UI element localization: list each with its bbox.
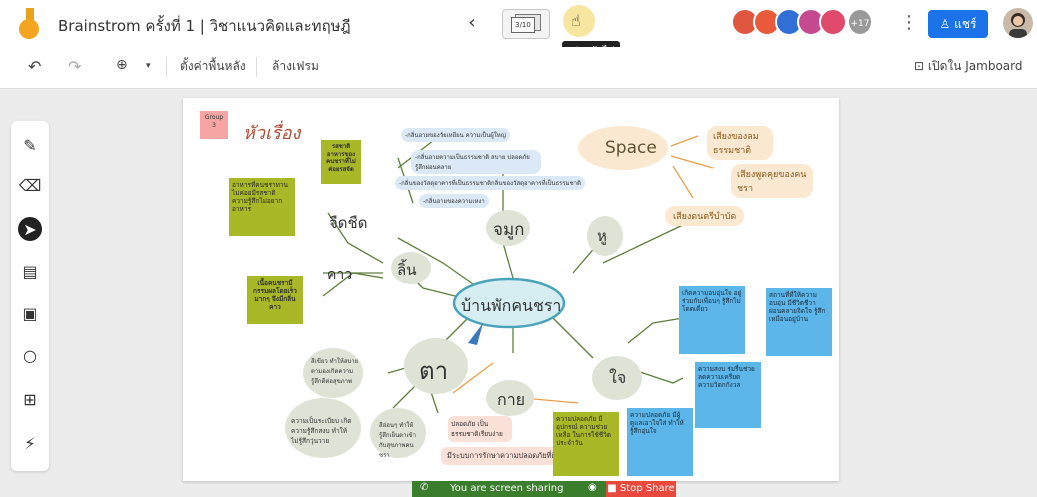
sticky-note[interactable]: ความปลอดภัย มีอุปกรณ์ ความช่วยเหลือ ในกา…: [553, 412, 619, 476]
group-label-sticky[interactable]: Group 3: [200, 111, 228, 139]
tongue-node-label[interactable]: ลิ้น: [397, 258, 416, 282]
circle-icon[interactable]: ○: [18, 343, 42, 367]
zoom-icon[interactable]: ⊕: [116, 57, 128, 73]
eye-node-label[interactable]: ตา: [419, 351, 448, 390]
sticky-note[interactable]: สถานที่ที่ให้ความอบอุ่น มีชีวิตชีวา ผ่อน…: [766, 288, 832, 356]
select-icon[interactable]: ➤: [18, 217, 42, 241]
eraser-icon[interactable]: ⌫: [18, 173, 42, 197]
screen-share-message: You are screen sharing: [450, 483, 564, 494]
laser-icon[interactable]: ⚡: [18, 431, 42, 455]
handwritten-heading[interactable]: หัวเรื่อง: [243, 118, 300, 147]
bitter-label[interactable]: คาว: [327, 264, 352, 286]
eye-item[interactable]: สีอ่อนๆ ทำให้รู้สึกเย็นตาเข้ากับสุขภาพคน…: [379, 420, 419, 460]
clear-frame-button[interactable]: ล้างเฟรม: [272, 57, 319, 76]
sticky-note[interactable]: รสชาติอาหารของคนชราที่ไม่ค่อยรสจัด: [321, 140, 361, 184]
document-title[interactable]: Brainstrom ครั้งที่ 1 | วิชาแนวคิดและทฤษ…: [58, 14, 351, 38]
share-label: แชร์: [954, 17, 977, 31]
ear-node-label[interactable]: หู: [597, 224, 607, 248]
body-item[interactable]: ปลอดภัย เป็นธรรมชาติเรียบง่าย: [448, 416, 512, 442]
bland-label[interactable]: จืดชืด: [329, 211, 367, 235]
nose-node-label[interactable]: จมูก: [493, 216, 524, 243]
undo-icon[interactable]: ↶: [28, 57, 41, 76]
text-box-icon[interactable]: ⊞: [18, 387, 42, 411]
ear-item[interactable]: เสียงของลมธรรมชาติ: [707, 126, 773, 160]
sticky-note[interactable]: อาหารที่คนชราทานไม่ค่อยมีรสชาติ ความรู้ส…: [229, 178, 295, 236]
whiteboard-canvas[interactable]: Group 3 หัวเรื่อง บ้านพักคนชรา จมูก หู ล…: [183, 98, 839, 481]
body-node-label[interactable]: กาย: [497, 388, 525, 413]
sticky-note[interactable]: เกิดความอบอุ่นใจ อยู่ร่วมกับเพื่อนๆ รู้ส…: [679, 286, 745, 354]
screen-share-bar: ✆ You are screen sharing ◉ ■ Stop Share: [412, 481, 676, 497]
tool-sidebar: ✎ ⌫ ➤ ▤ ▣ ○ ⊞ ⚡: [11, 121, 49, 471]
phone-icon: ✆: [420, 482, 429, 493]
stop-share-label: Stop Share: [619, 483, 675, 494]
sticky-note[interactable]: ความปลอดภัย มีผู้ดูแลเอาใจใส่ ทำให้รู้สึ…: [627, 408, 693, 476]
center-node-label[interactable]: บ้านพักคนชรา: [461, 294, 561, 319]
sticky-note[interactable]: ความสงบ ร่มรื่นช่วยลดความเครียด ความวิตก…: [695, 362, 761, 428]
image-icon[interactable]: ▣: [18, 301, 42, 325]
previous-frame-button[interactable]: ‹: [461, 10, 483, 36]
more-collaborators-badge[interactable]: +17: [847, 8, 873, 36]
user-avatar-icon: [1009, 13, 1027, 38]
person-add-icon: ♙: [939, 17, 955, 31]
mind-node-label[interactable]: ใจ: [609, 366, 626, 391]
divider: [256, 57, 257, 77]
eye-item[interactable]: ความเป็นระเบียบ เกิดความรู้สึกสงบ ทำให้ไ…: [291, 416, 355, 446]
hand-cursor-icon: ☝: [571, 11, 581, 30]
sticky-note-icon[interactable]: ▤: [18, 259, 42, 283]
nose-item[interactable]: -กลิ่นของวัสดุอาคารที่เป็นธรรมชาติกลิ่นข…: [395, 176, 585, 190]
sticky-note[interactable]: เนื้อคนชรามีกรรมผลโดยเร็วมากๆ จึงมีกลิ่น…: [247, 276, 303, 324]
top-bar: Brainstrom ครั้งที่ 1 | วิชาแนวคิดและทฤษ…: [0, 0, 1037, 62]
frame-counter-label: 3/10: [511, 17, 535, 33]
nose-item[interactable]: -กลิ่นอายของวัยเหยียน ความเป็นผู้ใหญ่: [401, 128, 510, 142]
jamboard-logo-icon[interactable]: [16, 8, 42, 40]
share-button[interactable]: ♙ แชร์: [928, 10, 988, 38]
open-in-jamboard-button[interactable]: ⊡ เปิดใน Jamboard: [914, 57, 1023, 76]
collaborator-avatars[interactable]: +17: [731, 8, 873, 38]
set-background-button[interactable]: ตั้งค่าพื้นหลัง: [180, 57, 246, 76]
zoom-dropdown-icon[interactable]: ▾: [146, 61, 151, 71]
nose-item[interactable]: -กลิ่นอายของความเหงา: [419, 194, 489, 208]
open-in-label: เปิดใน Jamboard: [927, 59, 1023, 73]
space-node-label[interactable]: Space: [605, 138, 657, 158]
eye-item[interactable]: สีเขียว ทำให้สบายตามองเกิดความรู้สึกดีต่…: [311, 356, 363, 386]
present-icon: ⊡: [914, 59, 928, 73]
body-item[interactable]: มีระบบการรักษาความปลอดภัยที่ดี: [441, 447, 563, 465]
redo-icon[interactable]: ↷: [68, 57, 81, 76]
user-avatar[interactable]: [1003, 8, 1033, 38]
ear-item[interactable]: เสียงดนตรีบำบัด: [665, 206, 745, 226]
pen-icon[interactable]: ✎: [18, 133, 42, 157]
secondary-toolbar: ↶ ↷ ⊕ ▾ ตั้งค่าพื้นหลัง ล้างเฟรม ⊡ เปิดใ…: [0, 47, 1037, 89]
next-frame-button[interactable]: ☝: [563, 5, 595, 37]
frame-counter-button[interactable]: 3/10: [502, 9, 550, 39]
screen-share-icon: ◉: [588, 482, 597, 493]
nose-item[interactable]: -กลิ่นอายความเป็นธรรมชาติ สบาย ปลอดภัยรู…: [411, 150, 541, 174]
ear-item[interactable]: เสียงพูดคุยของคนชรา: [731, 164, 813, 198]
stop-share-button[interactable]: ■ Stop Share: [606, 481, 676, 497]
more-options-icon[interactable]: ⋮: [900, 12, 918, 33]
avatar[interactable]: [819, 8, 847, 36]
divider: [166, 57, 167, 77]
